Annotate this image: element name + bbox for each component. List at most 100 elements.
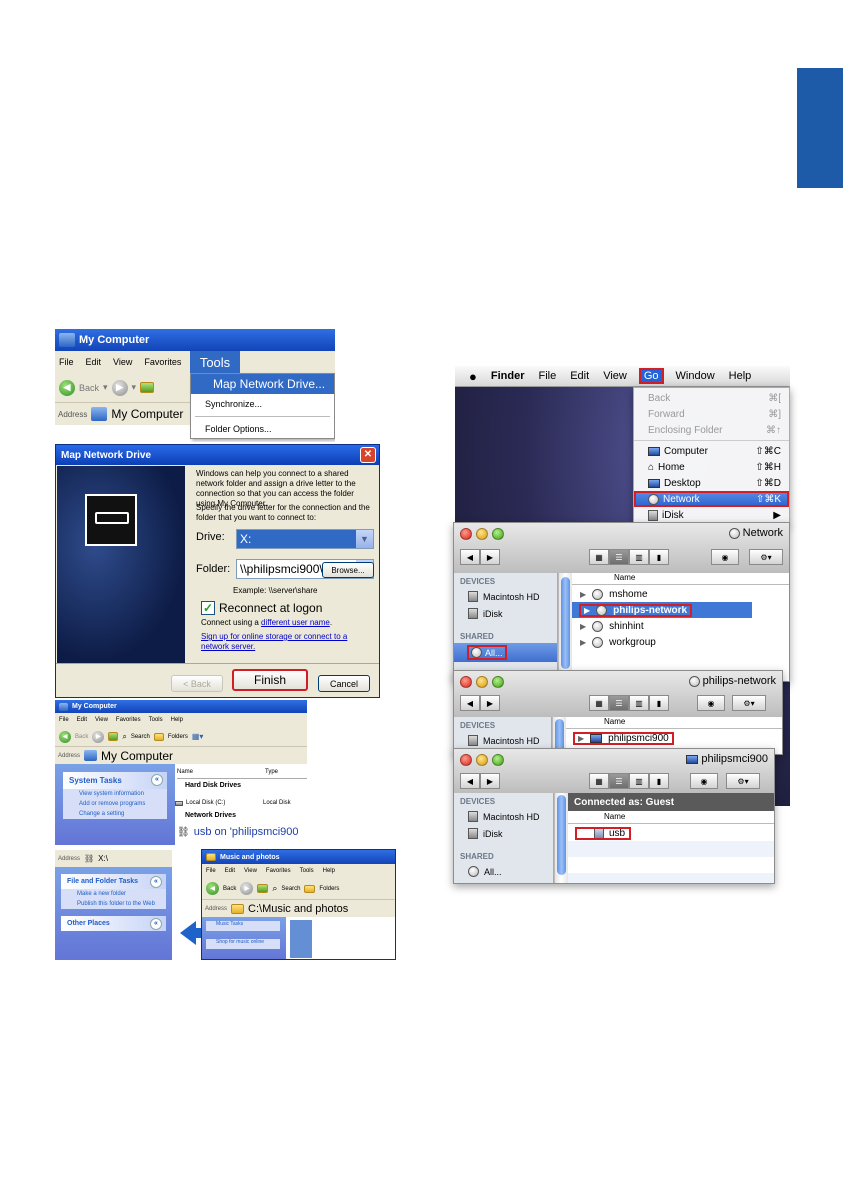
column-view-icon[interactable]: ▥ [629,773,649,789]
minimize-icon[interactable] [476,676,488,688]
list-item-shinhint[interactable]: ▶ shinhint [572,618,789,634]
menu-file[interactable]: File [59,357,74,367]
eye-icon[interactable]: ◉ [697,695,725,711]
list-item-usb[interactable]: usb [568,825,774,841]
views-icon[interactable]: ▦▾ [192,732,204,741]
task-publish-folder[interactable]: Publish this folder to the Web [61,899,166,909]
local-disk-item[interactable]: Local Disk (C:) [175,800,225,806]
menu-item-synchronize[interactable]: Synchronize... [191,394,334,414]
back-button-label[interactable]: Back [75,734,88,740]
forward-arrow-icon[interactable]: ▶ [111,379,128,396]
dropdown-arrow-icon[interactable]: ▾ [132,382,137,393]
gear-icon[interactable]: ⚙▾ [732,695,766,711]
search-icon[interactable]: ⌕ [272,883,277,894]
go-item-idisk[interactable]: iDisk ▶ [634,507,789,523]
browse-button[interactable]: Browse... [322,562,374,578]
disclosure-triangle-icon[interactable]: ▶ [580,590,586,599]
sidebar-scrollbar[interactable] [558,573,572,681]
task-make-new-folder[interactable]: Make a new folder [61,889,166,899]
menu-favorites[interactable]: Favorites [144,357,181,367]
menu-file[interactable]: File [206,868,216,874]
eye-icon[interactable]: ◉ [690,773,718,789]
back-arrow-icon[interactable]: ◀ [59,730,71,743]
name-column-header[interactable]: Name [572,573,789,585]
menu-window[interactable]: Window [676,370,715,382]
finish-button[interactable]: Finish [232,669,308,691]
task-shop-music[interactable]: Shop for music online [206,939,280,949]
forward-arrow-icon[interactable]: ▶ [480,549,500,565]
drive-select[interactable]: X: ▼ [236,529,374,549]
back-arrow-icon[interactable]: ◀ [460,773,480,789]
back-button[interactable]: < Back [171,675,223,692]
zoom-icon[interactable] [492,676,504,688]
menu-favorites[interactable]: Favorites [116,717,141,723]
menu-help[interactable]: Help [171,717,183,723]
close-icon[interactable] [460,754,472,766]
task-change-setting[interactable]: Change a setting [63,809,167,819]
go-item-network[interactable]: Network ⇧⌘K [634,491,789,507]
disclosure-triangle-icon[interactable]: ▶ [578,734,584,743]
name-column-header[interactable]: Name [568,812,774,824]
sidebar-item-macintosh-hd[interactable]: Macintosh HD [454,808,553,825]
back-button-label[interactable]: Back [223,886,236,892]
address-value[interactable]: C:\Music and photos [248,903,348,915]
file-folder-tasks-header[interactable]: File and Folder Tasks « [61,874,166,889]
zoom-icon[interactable] [492,754,504,766]
coverflow-view-icon[interactable]: ▮ [649,695,669,711]
menu-tools[interactable]: Tools [190,351,240,373]
forward-arrow-icon[interactable]: ▶ [480,773,500,789]
search-icon[interactable]: ⌕ [122,732,126,742]
go-item-home[interactable]: ⌂ Home ⇧⌘H [634,459,789,475]
sidebar-item-idisk[interactable]: iDisk [454,605,557,622]
column-view-icon[interactable]: ▥ [629,549,649,565]
list-item-mshome[interactable]: ▶ mshome [572,586,789,602]
search-button-label[interactable]: Search [131,734,150,740]
menu-edit[interactable]: Edit [225,868,235,874]
gear-icon[interactable]: ⚙▾ [749,549,783,565]
forward-arrow-icon[interactable]: ▶ [92,730,105,743]
icon-view-icon[interactable]: ▦ [589,549,609,565]
up-folder-icon[interactable] [108,732,119,741]
collapse-chevron-icon[interactable]: « [151,774,163,786]
different-user-link[interactable]: different user name [261,618,330,627]
sidebar-item-idisk[interactable]: iDisk [454,825,553,842]
menu-help[interactable]: Help [323,868,335,874]
disclosure-triangle-icon[interactable]: ▶ [580,622,586,631]
forward-arrow-icon[interactable]: ▶ [480,695,500,711]
back-button-label[interactable]: Back [79,383,99,393]
chevron-down-icon[interactable]: ▼ [356,530,373,548]
list-item-philips-network[interactable]: ▶ philips-network [572,602,752,618]
sidebar-item-all[interactable]: All... [454,863,553,880]
zoom-icon[interactable] [492,528,504,540]
other-places-header[interactable]: Other Places « [61,916,166,931]
disclosure-triangle-icon[interactable]: ▶ [580,638,586,647]
back-arrow-icon[interactable]: ◀ [460,695,480,711]
menu-view[interactable]: View [113,357,132,367]
menu-file[interactable]: File [538,370,556,382]
close-icon[interactable]: ✕ [360,447,376,463]
sidebar-item-macintosh-hd[interactable]: Macintosh HD [454,732,551,749]
menu-edit[interactable]: Edit [77,717,87,723]
back-arrow-icon[interactable]: ◀ [59,379,75,396]
minimize-icon[interactable] [476,528,488,540]
icon-view-icon[interactable]: ▦ [589,773,609,789]
menu-tools[interactable]: Tools [149,717,163,723]
back-arrow-icon[interactable]: ◀ [206,882,219,895]
search-button-label[interactable]: Search [281,886,300,892]
scrollbar-thumb[interactable] [557,795,566,875]
menu-help[interactable]: Help [729,370,752,382]
go-item-computer[interactable]: Computer ⇧⌘C [634,443,789,459]
list-view-icon[interactable]: ☰ [609,773,629,789]
go-item-back[interactable]: Back ⌘[ [634,390,789,406]
menu-go[interactable]: Go [638,368,664,384]
task-view-system-info[interactable]: View system information [63,789,167,799]
reconnect-option[interactable]: ✓ Reconnect at logon [201,601,322,615]
usb-network-drive-item[interactable]: ⛓ usb on 'philipsmci900 [177,826,299,838]
menu-edit[interactable]: Edit [86,357,102,367]
list-view-icon[interactable]: ☰ [609,549,629,565]
dropdown-arrow-icon[interactable]: ▾ [103,382,108,393]
go-item-forward[interactable]: Forward ⌘] [634,406,789,422]
close-icon[interactable] [460,528,472,540]
up-folder-icon[interactable] [257,884,269,893]
forward-arrow-icon[interactable]: ▶ [240,882,254,895]
